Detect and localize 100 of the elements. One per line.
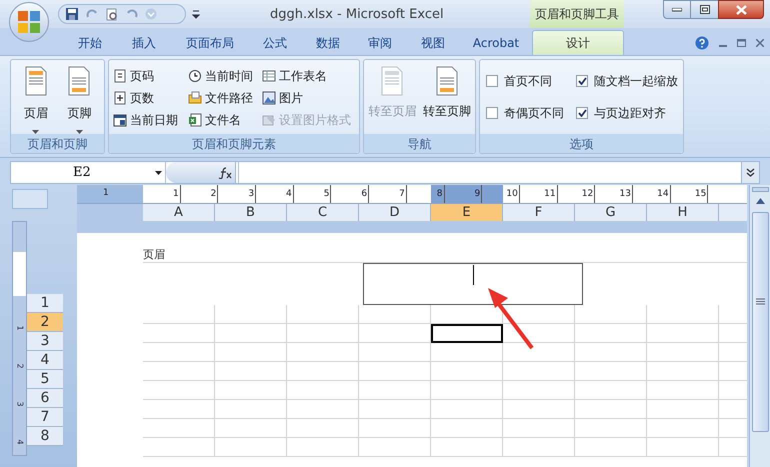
table-cell[interactable] (143, 381, 215, 400)
formula-bar-grip[interactable] (166, 162, 236, 183)
ribbon-button[interactable]: 页眉 (17, 64, 54, 134)
ribbon-tab[interactable]: 插入 (116, 30, 172, 55)
ribbon-button[interactable]: 文件名 (188, 110, 262, 130)
row-header[interactable]: 3 (27, 332, 63, 351)
table-cell[interactable] (647, 343, 719, 362)
ribbon-tab[interactable]: 视图 (406, 30, 460, 55)
table-cell[interactable] (503, 419, 575, 438)
table-cell[interactable] (431, 400, 503, 419)
column-header[interactable]: A (143, 204, 215, 221)
ribbon-button[interactable]: 页数 (113, 88, 188, 108)
select-all-corner[interactable] (12, 189, 48, 209)
row-header[interactable]: 5 (27, 370, 63, 389)
row-header[interactable]: 1 (27, 294, 63, 313)
option-checkbox[interactable]: 奇偶页不同 (486, 104, 576, 122)
header-text-field[interactable] (363, 263, 583, 305)
table-cell[interactable] (431, 419, 503, 438)
table-cell[interactable] (647, 438, 719, 457)
column-header[interactable]: G (575, 204, 647, 221)
table-cell[interactable] (287, 419, 359, 438)
table-cell[interactable] (503, 343, 575, 362)
table-cell[interactable] (647, 400, 719, 419)
minimize-button[interactable] (663, 0, 691, 19)
help-icon[interactable] (695, 36, 709, 50)
table-cell[interactable] (503, 438, 575, 457)
column-header[interactable]: C (287, 204, 359, 221)
customize-icon[interactable] (192, 9, 200, 19)
close-button[interactable] (718, 0, 764, 19)
table-cell[interactable] (431, 381, 503, 400)
active-cell[interactable] (431, 324, 503, 343)
row-header[interactable]: 6 (27, 389, 63, 408)
row-header[interactable]: 2 (27, 313, 63, 332)
table-cell[interactable] (431, 362, 503, 381)
table-cell[interactable] (143, 362, 215, 381)
table-cell[interactable] (647, 381, 719, 400)
expand-button[interactable] (741, 162, 759, 183)
vertical-scrollbar[interactable] (749, 185, 770, 467)
table-cell[interactable] (359, 381, 431, 400)
scroll-up-icon[interactable] (756, 198, 764, 204)
dropdown-icon[interactable] (145, 8, 157, 20)
option-checkbox[interactable]: 随文档一起缩放 (576, 72, 686, 90)
column-header[interactable] (719, 204, 747, 221)
table-cell[interactable] (575, 438, 647, 457)
table-cell[interactable] (359, 400, 431, 419)
ribbon-button[interactable]: 图片 (262, 88, 362, 108)
row-header[interactable]: 4 (27, 351, 63, 370)
row-header[interactable]: 8 (27, 427, 63, 446)
table-cell[interactable] (503, 324, 575, 343)
restore-button[interactable] (691, 0, 718, 19)
name-box[interactable]: E2 (11, 162, 166, 183)
table-cell[interactable] (215, 324, 287, 343)
ribbon-button[interactable]: 文件路径 (188, 88, 262, 108)
table-cell[interactable] (359, 343, 431, 362)
table-cell[interactable] (647, 305, 719, 324)
table-cell[interactable] (143, 343, 215, 362)
table-cell[interactable] (431, 343, 503, 362)
split-box[interactable] (752, 187, 768, 192)
table-cell[interactable] (575, 305, 647, 324)
close-icon[interactable] (756, 38, 764, 46)
table-cell[interactable] (647, 419, 719, 438)
table-cell[interactable] (215, 305, 287, 324)
table-cell[interactable] (287, 362, 359, 381)
table-cell[interactable] (287, 305, 359, 324)
table-cell[interactable] (215, 419, 287, 438)
ribbon-tab[interactable]: 页面布局 (172, 30, 248, 55)
table-cell[interactable] (143, 324, 215, 343)
table-cell[interactable] (215, 381, 287, 400)
table-cell[interactable] (143, 305, 215, 324)
table-cell[interactable] (647, 362, 719, 381)
table-cell[interactable] (503, 381, 575, 400)
function-icon[interactable] (218, 166, 232, 178)
column-header[interactable]: B (215, 204, 287, 221)
table-cell[interactable] (287, 343, 359, 362)
table-cell[interactable] (215, 400, 287, 419)
table-cell[interactable] (287, 438, 359, 457)
column-header[interactable]: H (647, 204, 719, 221)
ribbon-tab[interactable]: 公式 (248, 30, 302, 55)
table-cell[interactable] (143, 438, 215, 457)
ribbon-tab[interactable]: Acrobat (460, 30, 532, 55)
ribbon-button[interactable]: 当前日期 (113, 110, 188, 130)
ribbon-button[interactable]: 页脚 (60, 64, 98, 134)
ribbon-tab[interactable]: 数据 (302, 30, 354, 55)
table-cell[interactable] (575, 324, 647, 343)
table-cell[interactable] (647, 324, 719, 343)
column-header[interactable]: F (503, 204, 575, 221)
table-cell[interactable] (503, 400, 575, 419)
table-cell[interactable] (215, 343, 287, 362)
table-cell[interactable] (503, 362, 575, 381)
ribbon-button[interactable]: 当前时间 (188, 66, 262, 86)
table-cell[interactable] (503, 305, 575, 324)
save-icon[interactable] (65, 7, 79, 21)
table-cell[interactable] (287, 324, 359, 343)
option-checkbox[interactable]: 与页边距对齐 (576, 104, 686, 122)
table-cell[interactable] (359, 362, 431, 381)
table-cell[interactable] (215, 362, 287, 381)
ribbon-button[interactable]: 转至页脚 (420, 64, 473, 134)
column-header[interactable]: E (431, 204, 503, 221)
table-cell[interactable] (143, 419, 215, 438)
table-cell[interactable] (143, 400, 215, 419)
